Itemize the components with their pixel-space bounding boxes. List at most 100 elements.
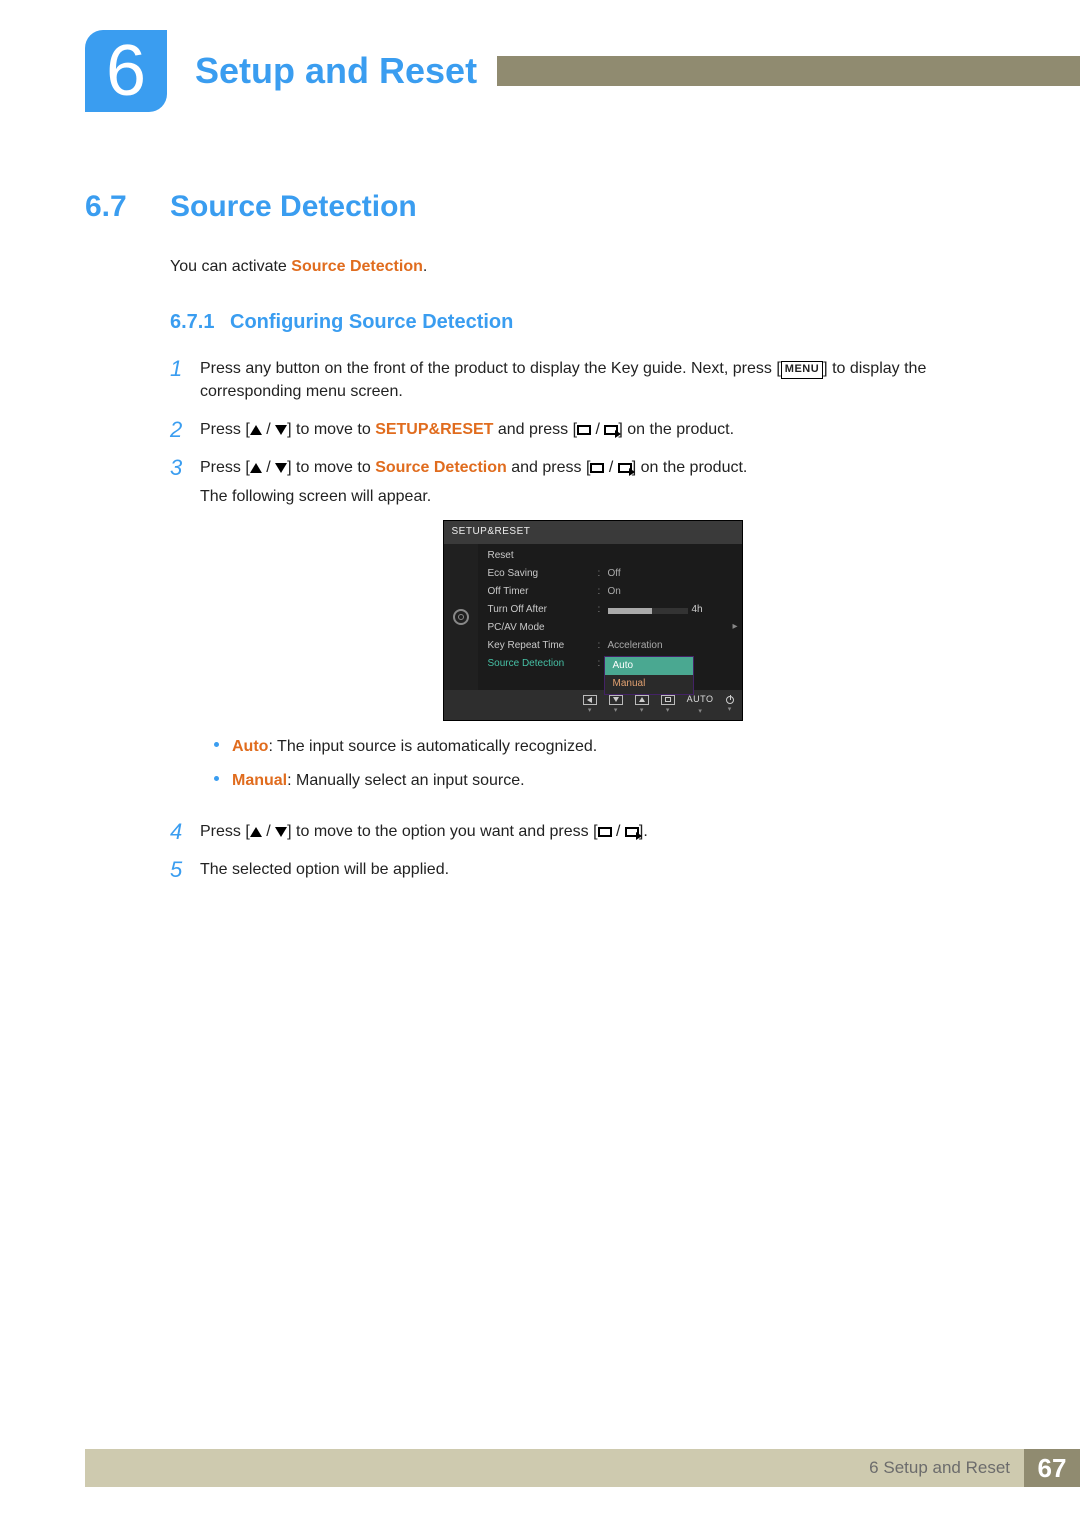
footer-chapter-label: 6 Setup and Reset	[869, 1458, 1010, 1478]
osd-rows: Reset Eco Saving:Off Off Timer:On Turn O…	[478, 544, 742, 691]
osd-nav-auto: AUTO▾	[687, 693, 714, 717]
option-bullets: Auto: The input source is automatically …	[214, 735, 985, 791]
subsection-number: 6.7.1	[170, 308, 230, 337]
bullet-text: : Manually select an input source.	[287, 772, 524, 789]
step1-a: Press any button on the front of the pro…	[200, 360, 781, 377]
step3-a: Press [	[200, 459, 250, 476]
bullet-bold: Manual	[232, 772, 287, 789]
osd-option-manual: Manual	[605, 675, 693, 694]
osd-label: Eco Saving	[488, 567, 598, 582]
osd-title: SETUP&RESET	[444, 521, 742, 544]
step-number: 4	[170, 820, 200, 844]
intro-pre: You can activate	[170, 258, 291, 275]
step2-a: Press [	[200, 421, 250, 438]
step-2: 2 Press [ / ] to move to SETUP&RESET and…	[170, 418, 985, 442]
step4-a: Press [	[200, 823, 250, 840]
osd-label: Reset	[488, 549, 598, 564]
osd-value: 4h	[692, 603, 703, 618]
step2-c: and press [	[493, 421, 577, 438]
osd-value: Off	[608, 567, 621, 582]
osd-row-turnoff: Turn Off After:4h	[478, 602, 742, 620]
step3-b: ] to move to	[287, 459, 375, 476]
section-heading: 6.7 Source Detection	[85, 190, 417, 224]
intro-text: You can activate Source Detection.	[170, 255, 985, 278]
step-number: 1	[170, 357, 200, 403]
chapter-title: Setup and Reset	[195, 50, 477, 92]
page-body: You can activate Source Detection. 6.7.1…	[170, 255, 985, 896]
enter-key-icon	[625, 827, 639, 837]
source-key-icon	[577, 425, 591, 435]
down-arrow-icon	[275, 425, 287, 435]
menu-key-icon: MENU	[781, 361, 823, 379]
osd-row-offtimer: Off Timer:On	[478, 584, 742, 602]
step-body: Press [ / ] to move to the option you wa…	[200, 820, 985, 844]
section-title: Source Detection	[170, 190, 417, 224]
osd-nav-up-icon: ▾	[635, 695, 649, 716]
subsection-title: Configuring Source Detection	[230, 311, 513, 333]
step-5: 5 The selected option will be applied.	[170, 858, 985, 882]
osd-row-reset: Reset	[478, 548, 742, 566]
step-number: 2	[170, 418, 200, 442]
down-arrow-icon	[275, 827, 287, 837]
step3-follow: The following screen will appear.	[200, 485, 985, 508]
osd-screenshot: SETUP&RESET Reset Eco Saving:Off Off Tim…	[443, 520, 743, 721]
osd-label: Source Detection	[488, 657, 598, 672]
step2-bold: SETUP&RESET	[375, 421, 493, 438]
section-number: 6.7	[85, 190, 170, 224]
osd-value: On	[608, 585, 621, 600]
step-3: 3 Press [ / ] to move to Source Detectio…	[170, 456, 985, 806]
steps-list: 1 Press any button on the front of the p…	[170, 357, 985, 882]
osd-nav-left-icon: ▾	[583, 695, 597, 716]
osd-option-auto: Auto	[605, 657, 693, 676]
enter-key-icon	[604, 425, 618, 435]
osd-footer: ▾ ▾ ▾ ▾ AUTO▾ ▾	[444, 690, 742, 720]
up-arrow-icon	[250, 463, 262, 473]
osd-slider	[608, 608, 688, 614]
step-4: 4 Press [ / ] to move to the option you …	[170, 820, 985, 844]
footer-page-number: 67	[1024, 1449, 1080, 1487]
osd-label: PC/AV Mode	[488, 621, 598, 636]
bullet-manual: Manual: Manually select an input source.	[214, 769, 985, 792]
osd-icon-column	[444, 544, 478, 691]
osd-nav-enter-icon: ▾	[661, 695, 675, 716]
step-body: Press any button on the front of the pro…	[200, 357, 985, 403]
step3-d: ] on the product.	[632, 459, 748, 476]
osd-row-keyrep: Key Repeat Time:Acceleration	[478, 638, 742, 656]
osd-label: Turn Off After	[488, 603, 598, 618]
osd-value: Acceleration	[608, 639, 663, 654]
bullet-text: : The input source is automatically reco…	[268, 738, 597, 755]
osd-dropdown: Auto Manual	[604, 656, 694, 695]
chapter-header: 6 Setup and Reset	[85, 30, 1080, 112]
up-arrow-icon	[250, 425, 262, 435]
osd-row-pcav: PC/AV Mode	[478, 620, 742, 638]
bullet-auto: Auto: The input source is automatically …	[214, 735, 985, 758]
step2-d: ] on the product.	[618, 421, 734, 438]
gear-icon	[453, 609, 469, 625]
osd-row-eco: Eco Saving:Off	[478, 566, 742, 584]
step3-bold: Source Detection	[375, 459, 507, 476]
step-body: Press [ / ] to move to SETUP&RESET and p…	[200, 418, 985, 442]
osd-nav-power-icon: ▾	[726, 696, 734, 715]
step-number: 3	[170, 456, 200, 806]
subsection-heading: 6.7.1Configuring Source Detection	[170, 308, 985, 337]
step-1: 1 Press any button on the front of the p…	[170, 357, 985, 403]
step-body: Press [ / ] to move to Source Detection …	[200, 456, 985, 806]
enter-key-icon	[618, 463, 632, 473]
osd-label: Off Timer	[488, 585, 598, 600]
down-arrow-icon	[275, 463, 287, 473]
step5-a: The selected option will be applied.	[200, 861, 449, 878]
step4-b: ] to move to the option you want and pre…	[287, 823, 597, 840]
step-number: 5	[170, 858, 200, 882]
chapter-number-badge: 6	[85, 30, 167, 112]
intro-post: .	[423, 258, 427, 275]
osd-body: Reset Eco Saving:Off Off Timer:On Turn O…	[444, 544, 742, 691]
osd-submenu-arrow-icon: ▸	[732, 620, 737, 635]
page-footer: 6 Setup and Reset 67	[85, 1449, 1080, 1487]
intro-bold: Source Detection	[291, 258, 423, 275]
header-stripe	[497, 56, 1080, 86]
step-body: The selected option will be applied.	[200, 858, 985, 882]
osd-nav-down-icon: ▾	[609, 695, 623, 716]
source-key-icon	[598, 827, 612, 837]
source-key-icon	[590, 463, 604, 473]
step2-b: ] to move to	[287, 421, 375, 438]
